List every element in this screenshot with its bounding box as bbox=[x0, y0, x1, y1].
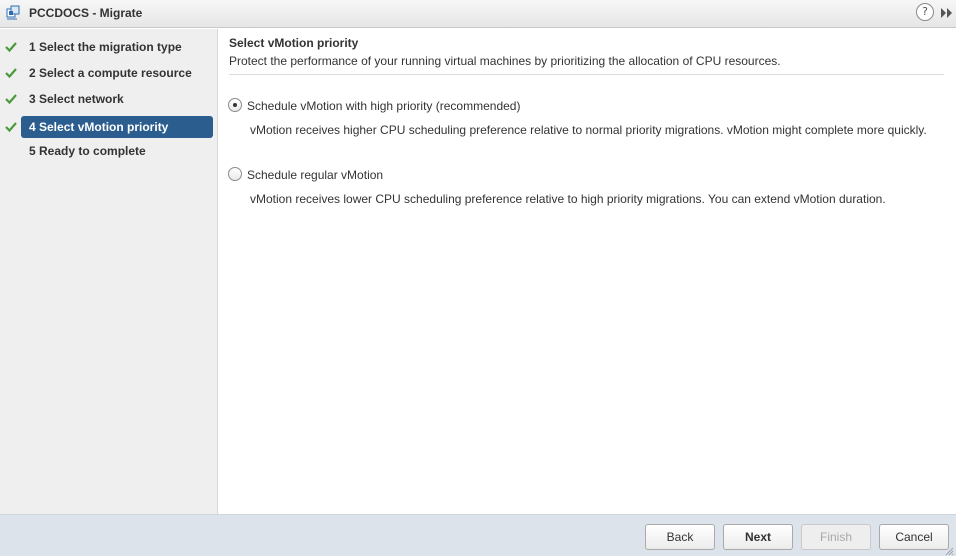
finish-button: Finish bbox=[801, 524, 871, 550]
wizard-step-label: 5 Ready to complete bbox=[29, 144, 146, 158]
wizard-step-label: 3 Select network bbox=[29, 92, 124, 106]
wizard-step-ready-to-complete[interactable]: 5 Ready to complete bbox=[0, 140, 218, 162]
next-button[interactable]: Next bbox=[723, 524, 793, 550]
resize-grip-icon[interactable] bbox=[944, 545, 954, 556]
wizard-step-label: 4 Select vMotion priority bbox=[29, 120, 169, 134]
wizard-step-label: 1 Select the migration type bbox=[29, 40, 182, 54]
window-title: PCCDOCS - Migrate bbox=[29, 6, 143, 20]
wizard-step-migration-type[interactable]: 1 Select the migration type bbox=[0, 36, 218, 58]
high-priority-radio-label[interactable]: Schedule vMotion with high priority (rec… bbox=[247, 99, 520, 113]
high-priority-description: vMotion receives higher CPU scheduling p… bbox=[250, 123, 927, 137]
expand-icon[interactable] bbox=[939, 5, 955, 21]
regular-vmotion-radio-label[interactable]: Schedule regular vMotion bbox=[247, 168, 383, 182]
wizard-step-compute-resource[interactable]: 2 Select a compute resource bbox=[0, 62, 218, 84]
wizard-step-label: 2 Select a compute resource bbox=[29, 66, 192, 80]
window-titlebar: PCCDOCS - Migrate ? bbox=[0, 0, 956, 28]
wizard-step-vmotion-priority[interactable]: 4 Select vMotion priority bbox=[0, 116, 218, 138]
back-button[interactable]: Back bbox=[645, 524, 715, 550]
regular-vmotion-radio[interactable] bbox=[228, 167, 242, 181]
wizard-step-network[interactable]: 3 Select network bbox=[0, 88, 218, 110]
vm-migrate-icon bbox=[5, 5, 21, 21]
checkmark-icon bbox=[4, 66, 18, 80]
page-title: Select vMotion priority bbox=[229, 36, 359, 50]
wizard-steps-sidebar: 1 Select the migration type 2 Select a c… bbox=[0, 29, 218, 514]
divider bbox=[229, 74, 944, 75]
regular-vmotion-description: vMotion receives lower CPU scheduling pr… bbox=[250, 192, 886, 206]
wizard-content-pane: Select vMotion priority Protect the perf… bbox=[219, 29, 956, 514]
cancel-button[interactable]: Cancel bbox=[879, 524, 949, 550]
wizard-footer: Back Next Finish Cancel bbox=[0, 514, 956, 556]
high-priority-radio[interactable] bbox=[228, 98, 242, 112]
checkmark-icon bbox=[4, 92, 18, 106]
help-icon[interactable]: ? bbox=[916, 3, 934, 21]
checkmark-icon bbox=[4, 40, 18, 54]
page-description: Protect the performance of your running … bbox=[229, 54, 781, 68]
checkmark-icon bbox=[4, 120, 18, 134]
